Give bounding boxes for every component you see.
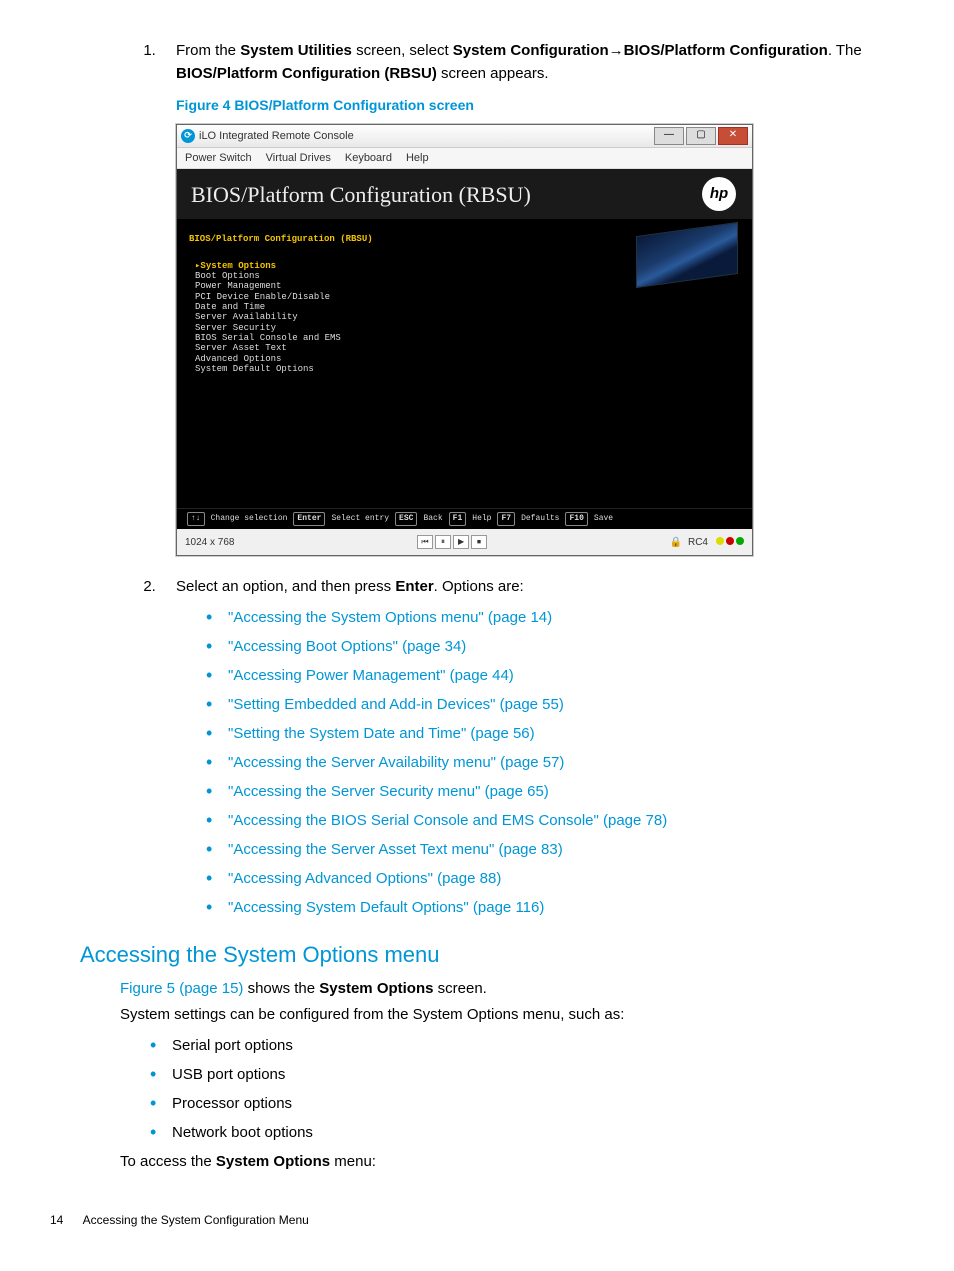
link-system-options[interactable]: "Accessing the System Options menu" (pag… (228, 609, 552, 626)
bios-item-server-security[interactable]: Server Security (195, 323, 740, 333)
link-server-security[interactable]: "Accessing the Server Security menu" (pa… (228, 783, 549, 800)
key-updown: ↑↓ (187, 512, 205, 526)
minimize-button[interactable]: — (654, 127, 684, 145)
bios-item-default[interactable]: System Default Options (195, 364, 740, 374)
settings-sublist: Serial port options USB port options Pro… (120, 1035, 904, 1143)
sublist-usb: USB port options (150, 1064, 904, 1085)
bios-item-advanced[interactable]: Advanced Options (195, 354, 740, 364)
maximize-button[interactable]: ▢ (686, 127, 716, 145)
menu-help[interactable]: Help (406, 150, 429, 167)
bios-item-date-time[interactable]: Date and Time (195, 302, 740, 312)
sublist-network-boot: Network boot options (150, 1122, 904, 1143)
key-f10: F10 (565, 512, 587, 526)
sublist-serial: Serial port options (150, 1035, 904, 1056)
media-play-icon[interactable]: ▶ (453, 535, 469, 549)
link-system-default[interactable]: "Accessing System Default Options" (page… (228, 899, 544, 916)
figure5-para: Figure 5 (page 15) shows the System Opti… (120, 978, 904, 1001)
bios-item-power-management[interactable]: Power Management (195, 281, 740, 291)
link-advanced-options[interactable]: "Accessing Advanced Options" (page 88) (228, 870, 501, 887)
console-menubar: Power Switch Virtual Drives Keyboard Hel… (177, 148, 752, 169)
hp-logo-icon: hp (702, 177, 736, 211)
bios-item-asset-text[interactable]: Server Asset Text (195, 343, 740, 353)
link-figure-5[interactable]: Figure 5 (page 15) (120, 980, 243, 997)
link-server-availability[interactable]: "Accessing the Server Availability menu"… (228, 754, 564, 771)
link-date-time[interactable]: "Setting the System Date and Time" (page… (228, 725, 535, 742)
bios-screen: BIOS/Platform Configuration (RBSU) hp BI… (177, 169, 752, 529)
key-f7: F7 (497, 512, 515, 526)
link-server-asset-text[interactable]: "Accessing the Server Asset Text menu" (… (228, 841, 563, 858)
bios-keybar: ↑↓Change selection EnterSelect entry ESC… (177, 508, 752, 529)
media-controls: ⏮ ⏸ ▶ ⏹ (417, 535, 487, 549)
window-titlebar: ⟳ iLO Integrated Remote Console — ▢ ✕ (177, 125, 752, 148)
bios-item-pci-device[interactable]: PCI Device Enable/Disable (195, 292, 740, 302)
link-power-management[interactable]: "Accessing Power Management" (page 44) (228, 667, 514, 684)
status-leds (714, 535, 744, 550)
step-2: Select an option, and then press Enter. … (160, 576, 904, 918)
media-prev-icon[interactable]: ⏮ (417, 535, 433, 549)
page-number: 14 (50, 1213, 80, 1227)
link-boot-options[interactable]: "Accessing Boot Options" (page 34) (228, 638, 466, 655)
options-link-list: "Accessing the System Options menu" (pag… (176, 607, 904, 918)
bios-menu-list: System Options Boot Options Power Manage… (189, 261, 740, 375)
media-stop-icon[interactable]: ⏹ (471, 535, 487, 549)
access-line: To access the System Options menu: (120, 1151, 904, 1174)
step-1: From the System Utilities screen, select… (160, 40, 904, 556)
lock-icon: 🔒 (670, 535, 682, 550)
page-footer: 14 Accessing the System Configuration Me… (50, 1213, 904, 1227)
bios-item-system-options[interactable]: System Options (195, 261, 740, 271)
media-pause-icon[interactable]: ⏸ (435, 535, 451, 549)
bios-breadcrumb: BIOS/Platform Configuration (RBSU) (189, 233, 740, 247)
menu-virtual-drives[interactable]: Virtual Drives (266, 150, 331, 167)
link-embedded-devices[interactable]: "Setting Embedded and Add-in Devices" (p… (228, 696, 564, 713)
status-rc: RC4 (688, 535, 708, 550)
close-button[interactable]: ✕ (718, 127, 748, 145)
sublist-processor: Processor options (150, 1093, 904, 1114)
settings-intro: System settings can be configured from t… (120, 1004, 904, 1027)
bios-item-server-availability[interactable]: Server Availability (195, 312, 740, 322)
console-statusbar: 1024 x 768 ⏮ ⏸ ▶ ⏹ 🔒 RC4 (177, 529, 752, 555)
bios-title: BIOS/Platform Configuration (RBSU) (191, 178, 531, 211)
key-esc: ESC (395, 512, 417, 526)
link-bios-serial-ems[interactable]: "Accessing the BIOS Serial Console and E… (228, 812, 667, 829)
figure-4-caption: Figure 4 BIOS/Platform Configuration scr… (176, 95, 904, 116)
footer-title: Accessing the System Configuration Menu (83, 1213, 309, 1227)
ilo-console-window: ⟳ iLO Integrated Remote Console — ▢ ✕ Po… (176, 124, 753, 556)
ilo-icon: ⟳ (181, 129, 195, 143)
bios-item-bios-serial[interactable]: BIOS Serial Console and EMS (195, 333, 740, 343)
key-f1: F1 (449, 512, 467, 526)
key-enter: Enter (293, 512, 325, 526)
menu-keyboard[interactable]: Keyboard (345, 150, 392, 167)
menu-power-switch[interactable]: Power Switch (185, 150, 252, 167)
bios-item-boot-options[interactable]: Boot Options (195, 271, 740, 281)
window-title: iLO Integrated Remote Console (199, 128, 652, 145)
heading-system-options: Accessing the System Options menu (80, 942, 904, 968)
status-resolution: 1024 x 768 (185, 535, 235, 550)
